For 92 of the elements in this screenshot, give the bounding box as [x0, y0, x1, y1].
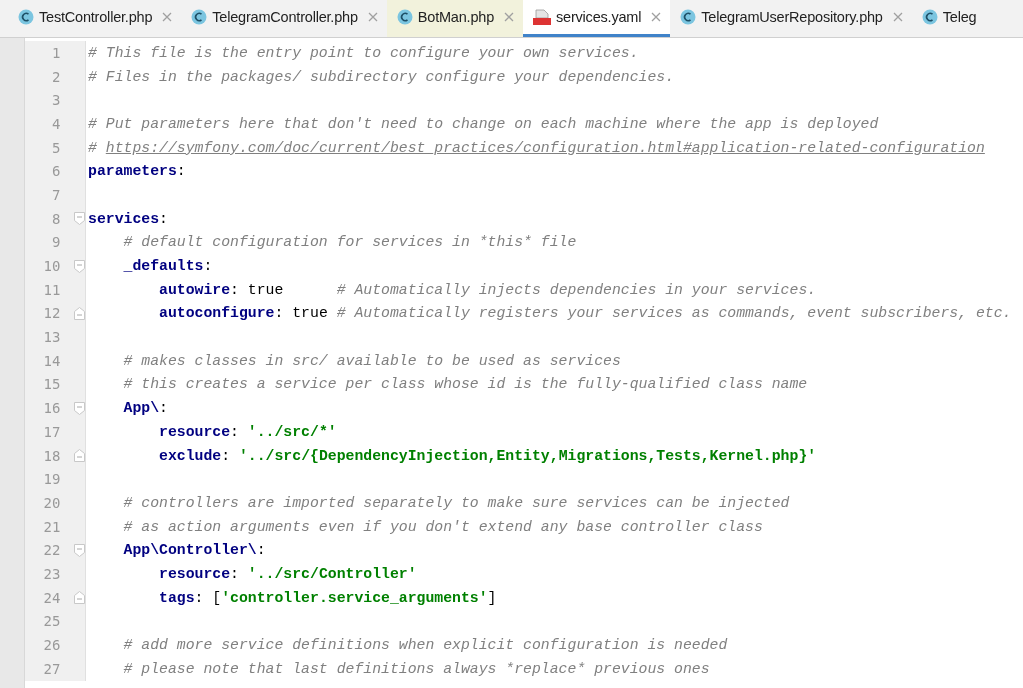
- class-icon: [396, 9, 413, 25]
- fold-icon[interactable]: [74, 306, 85, 320]
- close-icon[interactable]: [892, 12, 903, 22]
- line-number: 9: [50, 234, 61, 251]
- close-icon[interactable]: [504, 12, 514, 22]
- fold-icon[interactable]: [74, 591, 85, 605]
- close-icon[interactable]: [651, 12, 662, 22]
- code-text: ]: [487, 589, 497, 606]
- code-text: :: [159, 400, 168, 417]
- line-number: 18: [42, 447, 61, 464]
- code-comment: # add more service definitions when explicit configuration is needed: [122, 637, 728, 654]
- code-comment: # as action arguments even if you don't extend any base controller class: [122, 518, 763, 535]
- line-number: 11: [42, 281, 61, 298]
- code-comment: # Files in the packages/ subdirectory configure your dependencies.: [88, 68, 675, 85]
- line-number: 4: [50, 115, 61, 132]
- fold-icon[interactable]: [74, 449, 85, 463]
- code-text: :: [203, 258, 213, 275]
- line-number: 1: [50, 44, 61, 61]
- line-number: 3: [50, 92, 61, 109]
- yaml-key: App\: [88, 400, 160, 417]
- code-text: : true: [274, 305, 329, 322]
- yaml-key: autoconfigure: [88, 305, 275, 322]
- line-number: 25: [42, 613, 61, 630]
- code-text: :: [221, 447, 232, 464]
- code-comment: # Automatically registers your services as commands, event subscribers, etc.: [336, 305, 1012, 322]
- yaml-key: exclude: [88, 447, 222, 464]
- code-comment: # This file is the entry point to configure your own services.: [88, 44, 639, 61]
- code-comment: # Automatically injects dependencies in your services.: [336, 281, 817, 298]
- line-number: 20: [42, 494, 61, 511]
- line-number: 2: [50, 68, 61, 85]
- string-value: '../src/Controller': [247, 565, 417, 582]
- code-text: :: [159, 210, 168, 227]
- string-value: '../src/*': [247, 423, 337, 440]
- code-comment: # controllers are imported separately to make sure services can be injected: [122, 494, 790, 511]
- code-comment: # default configuration for services in *this* file: [122, 234, 577, 251]
- line-number: 15: [42, 376, 61, 393]
- line-number: 24: [42, 589, 61, 606]
- line-number: 26: [42, 637, 61, 654]
- fold-icon[interactable]: [74, 401, 85, 415]
- line-number: 12: [42, 305, 61, 322]
- code-text: :: [230, 423, 240, 440]
- line-number: 8: [50, 210, 61, 227]
- fold-icon[interactable]: [74, 212, 85, 226]
- line-number: 6: [50, 163, 61, 180]
- yaml-key: App\Controller\: [88, 542, 257, 559]
- editor-tab[interactable]: Teleg: [911, 0, 977, 37]
- line-number: 27: [42, 660, 61, 677]
- editor-tab[interactable]: TelegramUserRepository.php: [670, 0, 912, 37]
- code-comment: # Put parameters here that don't need to change on each machine where the app is deployed: [88, 115, 879, 132]
- code-text: :: [230, 565, 240, 582]
- yaml-key: resource: [88, 423, 231, 440]
- editor-tab[interactable]: TelegramController.php: [181, 0, 387, 37]
- line-number: 19: [42, 471, 61, 488]
- yaml-key: autowire: [88, 281, 231, 298]
- code-text: : true: [230, 281, 285, 298]
- close-icon[interactable]: [162, 12, 173, 22]
- line-number: 5: [50, 139, 61, 156]
- yaml-key: _defaults: [88, 258, 204, 275]
- code-text: :: [176, 163, 186, 180]
- editor-tab[interactable]: BotMan.php: [386, 0, 523, 37]
- line-number: 22: [42, 542, 61, 559]
- line-number: 23: [42, 565, 61, 582]
- code-text: :: [256, 542, 266, 559]
- class-icon: [921, 9, 938, 25]
- editor-tab[interactable]: TestController.php: [8, 0, 182, 37]
- fold-icon[interactable]: [74, 259, 85, 273]
- string-value: '../src/{DependencyInjection,Entity,Migrations,Tests,Kernel.php}': [238, 447, 817, 464]
- yaml-key: services: [88, 210, 160, 227]
- code-text: : [: [194, 589, 222, 606]
- line-number: 13: [42, 329, 61, 346]
- line-number: 17: [42, 423, 61, 440]
- code-comment: #: [88, 139, 98, 156]
- line-number: 7: [50, 186, 61, 203]
- code-comment: # please note that last definitions always *replace* previous ones: [122, 660, 710, 677]
- editor-tab[interactable]: services.yaml: [523, 0, 671, 37]
- yaml-key: parameters: [88, 163, 177, 180]
- class-icon: [680, 9, 697, 25]
- line-number: 16: [42, 400, 61, 417]
- class-icon: [191, 9, 208, 25]
- string-value: 'controller.service_arguments': [221, 589, 488, 606]
- line-number: 21: [42, 518, 61, 535]
- line-number: 14: [42, 352, 61, 369]
- yaml-key: resource: [88, 565, 231, 582]
- code-comment: # makes classes in src/ available to be used as services: [122, 352, 621, 369]
- url-link[interactable]: https://symfony.com/doc/current/best_practices/configuration.html#application-related-configuration: [105, 139, 985, 156]
- line-number: 10: [42, 258, 61, 275]
- fold-icon[interactable]: [74, 543, 85, 557]
- yaml-key: tags: [88, 589, 195, 606]
- code-comment: # this creates a service per class whose id is the fully-qualified class name: [122, 376, 808, 393]
- class-icon: [18, 9, 34, 25]
- close-icon[interactable]: [367, 12, 378, 22]
- yaml-file-icon: [533, 9, 551, 25]
